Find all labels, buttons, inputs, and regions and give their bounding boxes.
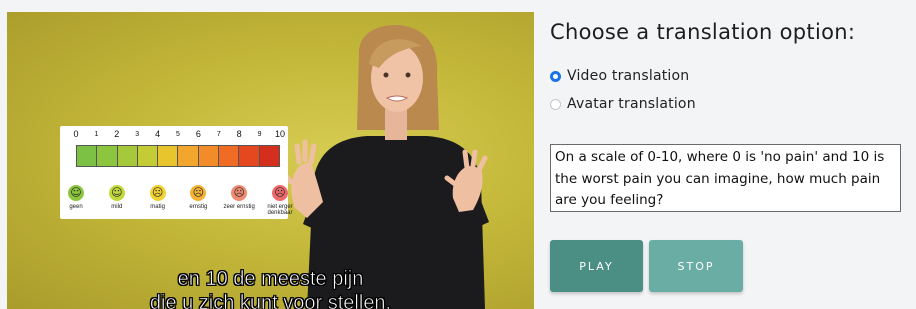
question-text-box: On a scale of 0-10, where 0 is 'no pain'… [550,144,901,212]
pain-scale-tick: 8 [236,129,242,139]
pain-scale-bar [76,145,280,167]
pain-face-label: geen [69,204,83,210]
play-button[interactable]: PLAY [550,240,643,292]
radio-video-translation[interactable] [550,70,561,82]
option-label: Video translation [567,68,690,84]
pain-scale-tick: 7 [216,131,221,138]
pain-scale-segment [137,146,159,166]
stop-button[interactable]: STOP [649,240,743,292]
pain-scale-segment [259,146,279,166]
pain-face-label: zeer ernstig [223,204,255,210]
pain-scale-tick: 0 [73,129,79,139]
pain-scale-segment [239,146,260,166]
pain-scale-segment [219,146,240,166]
pain-face-label: ernstig [189,204,208,210]
pain-scale-segment [178,146,199,166]
pain-face-icon: ☺ [68,185,84,201]
page-title: Choose a translation option: [550,20,856,44]
pain-scale-segment [97,146,118,166]
pain-face-icon: ☹ [231,185,248,201]
pain-face-icon: ☺ [108,185,125,201]
pain-scale-card: 0 1 2 3 4 5 6 7 8 9 10 ☺ geen ☺ mild ☹ matig ☹ ernstig ☹ ze… [60,126,293,219]
option-video-translation[interactable]: Video translation [550,68,689,84]
pain-scale-tick: 9 [257,131,262,138]
subtitle-line-1: en 10 de meeste pijn [177,268,364,291]
option-label: Avatar translation [567,96,696,112]
pain-scale-tick: 5 [176,131,180,138]
pain-face-icon: ☹ [149,185,166,201]
pain-face-label: mild [111,204,123,210]
pain-scale-segment [158,146,179,166]
pain-face-label: niet erger denkbaar [267,204,293,216]
pain-scale-segment [77,146,98,166]
pain-scale-segment [117,146,138,166]
pain-face-icon: ☹ [190,185,207,201]
pain-scale-tick: 4 [155,129,161,139]
pain-face-label: matig [150,204,165,210]
pain-scale-tick: 1 [94,131,99,138]
pain-scale-tick: 3 [135,131,140,138]
pain-scale-segment [198,146,220,166]
subtitle-line-2: die u zich kunt voor stellen. [149,292,392,309]
pain-scale-tick: 6 [195,129,201,139]
pain-face-icon: ☹ [272,185,288,201]
option-avatar-translation[interactable]: Avatar translation [550,96,696,112]
radio-avatar-translation[interactable] [550,98,561,110]
sign-language-video[interactable]: 0 1 2 3 4 5 6 7 8 9 10 ☺ geen ☺ mild ☹ matig ☹ ernstig ☹ ze… [7,12,534,309]
pain-scale-tick: 2 [114,129,120,139]
pain-scale-tick: 10 [274,129,286,139]
